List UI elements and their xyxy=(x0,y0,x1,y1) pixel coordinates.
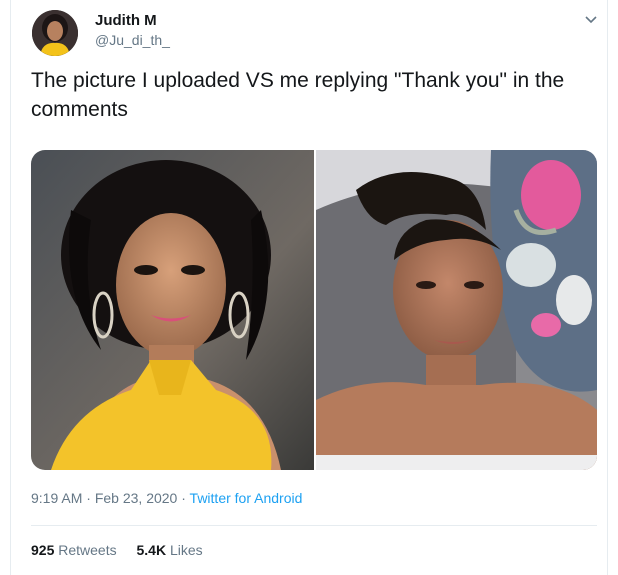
tweet-text: The picture I uploaded VS me replying "T… xyxy=(31,69,565,121)
likes-count: 5.4K xyxy=(136,542,167,558)
tweet-time[interactable]: 9:19 AM xyxy=(31,490,82,506)
tweet-stats: 925 Retweets 5.4K Likes xyxy=(31,542,219,558)
tweet-source-link[interactable]: Twitter for Android xyxy=(190,490,303,506)
avatar[interactable] xyxy=(32,10,78,56)
tweet-media xyxy=(31,150,597,470)
meta-separator: · xyxy=(82,490,95,506)
author-name[interactable]: Judith M xyxy=(95,12,157,29)
retweets-count: 925 xyxy=(31,542,55,558)
author-handle[interactable]: @Ju_di_th_ xyxy=(95,32,170,48)
divider xyxy=(31,525,597,526)
retweets-label: Retweets xyxy=(54,542,117,558)
retweets-stat[interactable]: 925 Retweets xyxy=(31,542,117,558)
likes-stat[interactable]: 5.4K Likes xyxy=(137,542,203,558)
avatar-image xyxy=(32,10,78,56)
likes-label: Likes xyxy=(166,542,203,558)
tweet-meta: 9:19 AM · Feb 23, 2020 · Twitter for And… xyxy=(31,490,302,506)
photo-right[interactable] xyxy=(316,150,597,470)
photo-left[interactable] xyxy=(31,150,314,470)
tweet-card: Judith M @Ju_di_th_ The picture I upload… xyxy=(10,0,608,575)
chevron-down-icon[interactable] xyxy=(583,11,599,27)
tweet-date[interactable]: Feb 23, 2020 xyxy=(95,490,178,506)
meta-separator: · xyxy=(177,490,190,506)
